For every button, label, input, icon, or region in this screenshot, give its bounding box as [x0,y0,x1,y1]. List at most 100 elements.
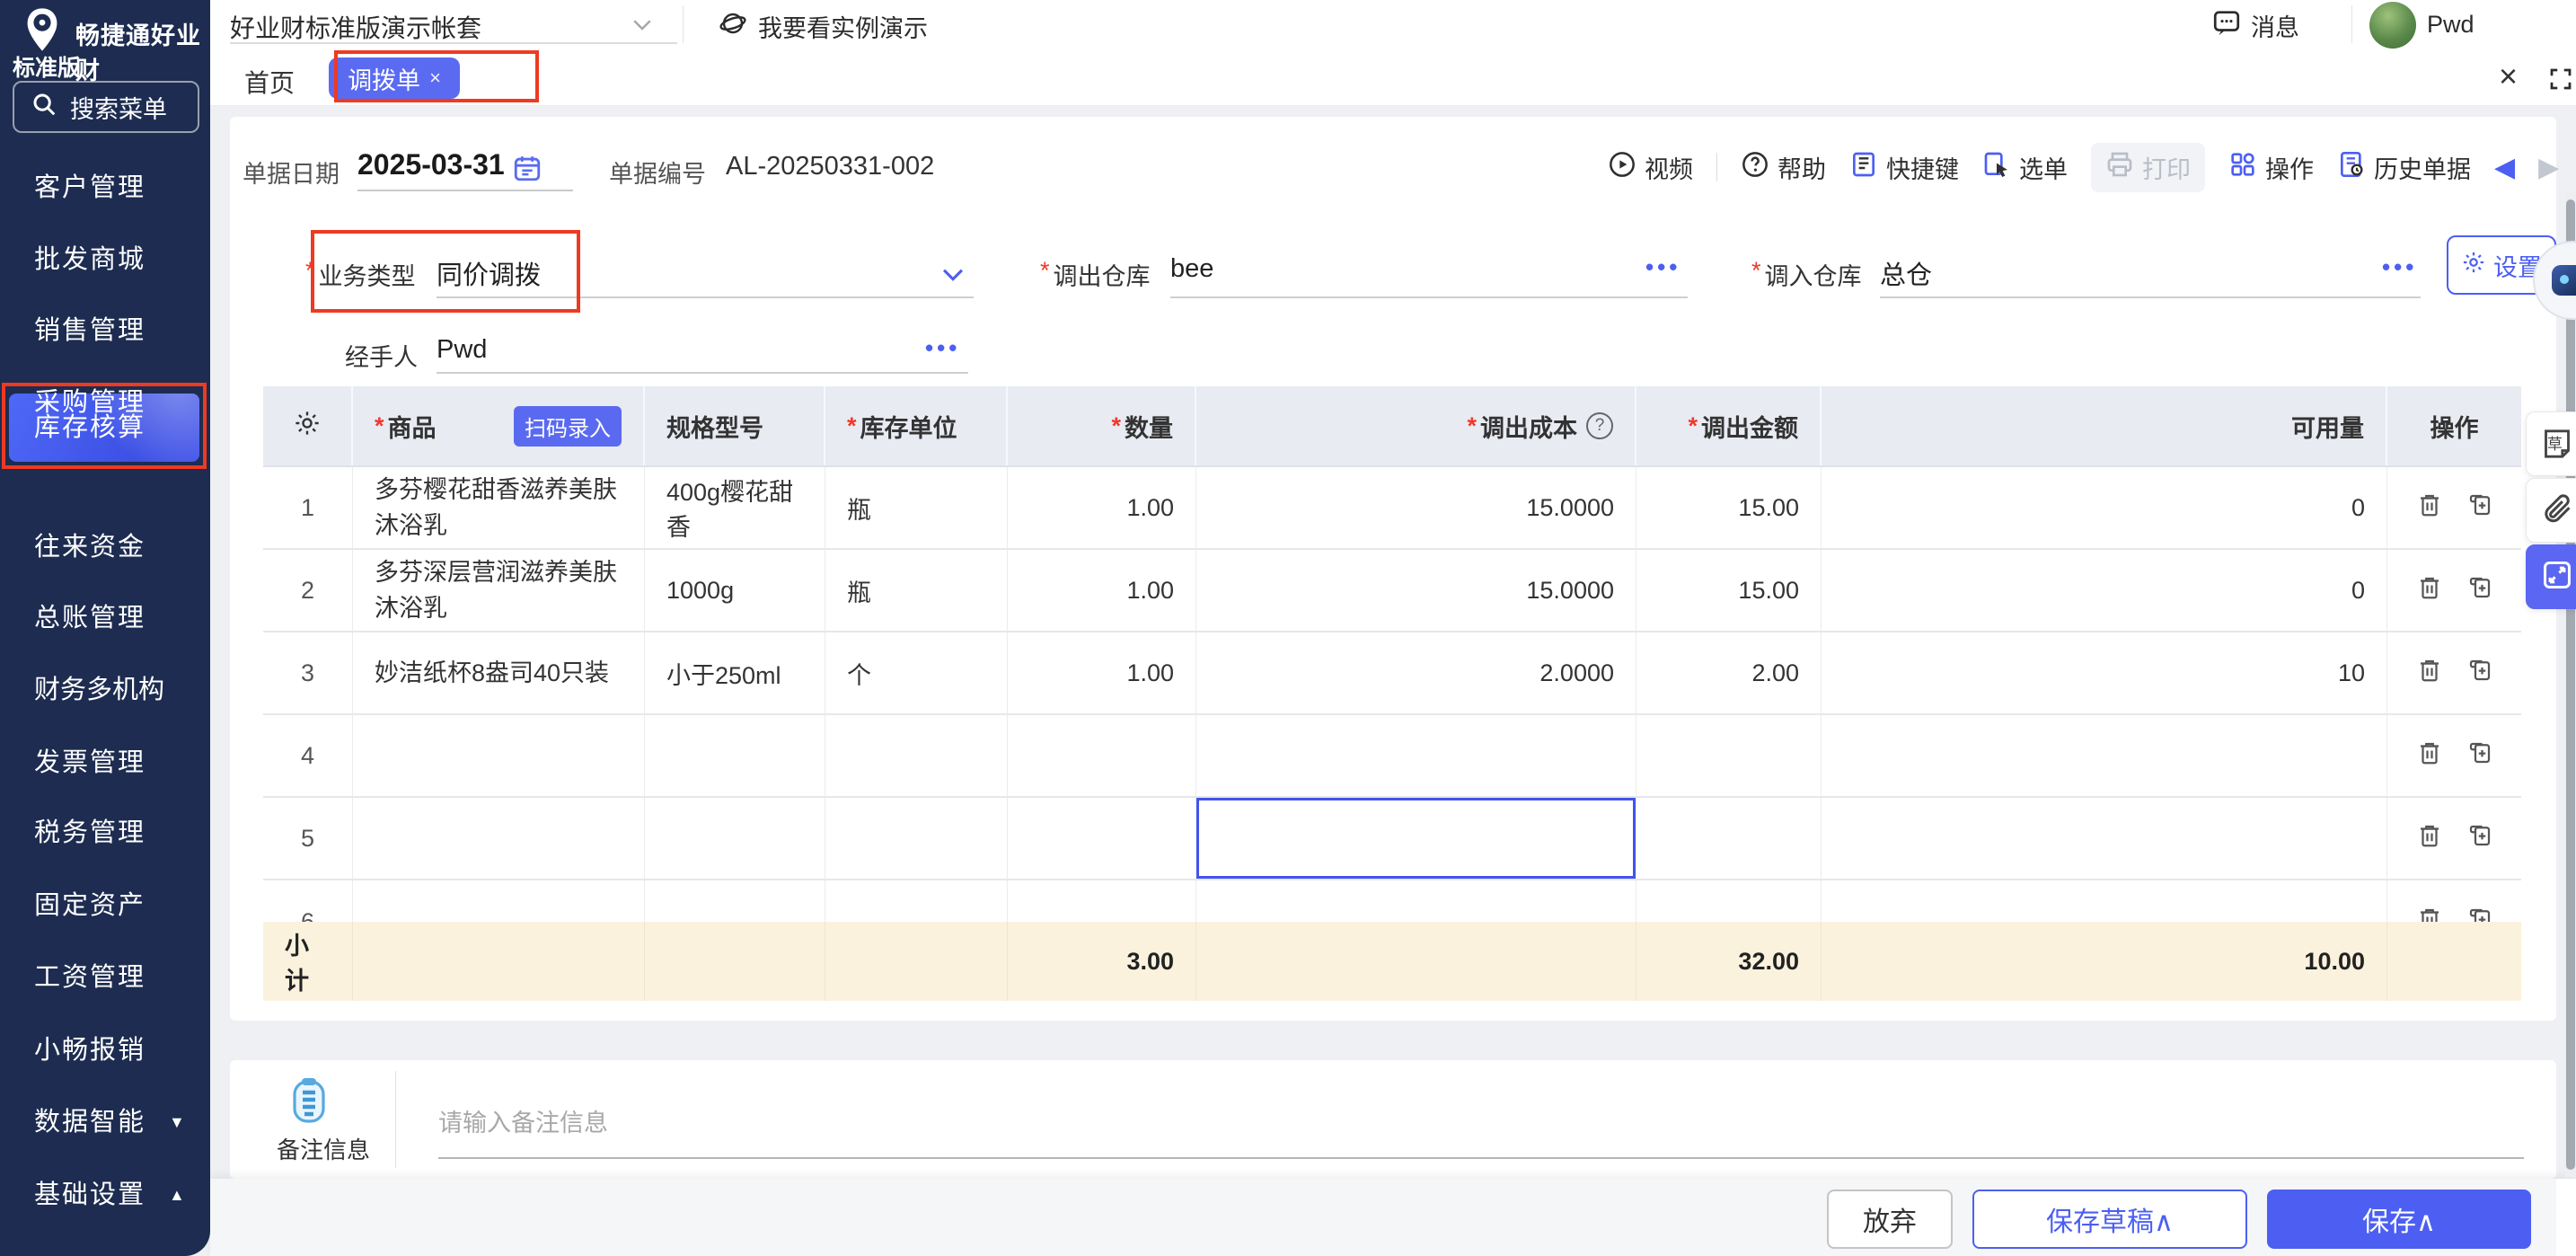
business-type-value[interactable]: 同价调拨 [437,254,541,292]
save-button[interactable]: 保存∧ [2267,1190,2531,1249]
cell-cost[interactable]: 15.0000 [1196,550,1636,631]
next-doc-icon[interactable]: ▶ [2538,152,2559,183]
cell-qty[interactable] [1008,715,1196,796]
out-warehouse-picker-icon[interactable]: ••• [1645,253,1681,281]
calendar-icon[interactable] [512,153,543,188]
sidebar-item-multi-org[interactable]: 财务多机构 [0,656,210,724]
cell-spec[interactable] [645,798,825,879]
expand-float-button[interactable] [2526,544,2576,609]
cell-spec[interactable]: 400g樱花甜香 [645,467,825,548]
cell-qty[interactable] [1008,798,1196,879]
sidebar-item-payroll[interactable]: 工资管理 [0,943,210,1012]
copy-row-icon[interactable] [2466,739,2493,773]
video-button[interactable]: 视频 [1608,150,1693,185]
sidebar-item-funds[interactable]: 往来资金 [0,513,210,581]
cell-cost[interactable] [1196,880,1636,922]
cell-cost[interactable] [1196,715,1636,796]
cell-product[interactable] [353,798,645,879]
print-button[interactable]: 打印 [2091,143,2205,192]
cell-qty[interactable] [1008,880,1196,922]
cell-qty[interactable]: 1.00 [1008,467,1196,548]
draft-float-button[interactable]: 草 [2526,411,2576,476]
sidebar-item-data-intelligence[interactable]: 数据智能▼ [0,1088,210,1156]
help-button[interactable]: 帮助 [1741,150,1826,185]
cell-product[interactable] [353,880,645,922]
help-circle-icon[interactable]: ? [1586,412,1613,439]
sidebar-item-ledger[interactable]: 总账管理 [0,584,210,652]
delete-row-icon[interactable] [2416,657,2443,690]
save-draft-button[interactable]: 保存草稿∧ [1972,1190,2247,1249]
column-settings-cell[interactable] [263,386,353,465]
hotkeys-button[interactable]: 快捷键 [1849,150,1959,185]
cell-amount[interactable]: 15.00 [1636,467,1822,548]
chevron-down-icon[interactable] [629,11,656,42]
copy-row-icon[interactable] [2466,906,2493,923]
cell-amount[interactable] [1636,880,1822,922]
prev-doc-icon[interactable]: ◀ [2494,152,2515,183]
sidebar-item-sales[interactable]: 销售管理 [0,296,210,365]
delete-row-icon[interactable] [2416,739,2443,773]
cell-unit[interactable]: 瓶 [825,550,1008,631]
cell-unit[interactable] [825,715,1008,796]
cell-spec[interactable] [645,715,825,796]
sidebar-item-expense[interactable]: 小畅报销 [0,1016,210,1084]
cell-unit[interactable] [825,880,1008,922]
delete-row-icon[interactable] [2416,491,2443,525]
cell-amount[interactable] [1636,715,1822,796]
discard-button[interactable]: 放弃 [1827,1190,1953,1249]
account-selector[interactable]: 好业财标准版演示帐套 [230,9,481,45]
cell-unit[interactable]: 瓶 [825,467,1008,548]
handler-picker-icon[interactable]: ••• [925,334,960,362]
history-docs-button[interactable]: 历史单据 [2337,150,2471,185]
handler-value[interactable]: Pwd [437,335,487,365]
scrollbar-thumb[interactable] [2566,199,2575,1170]
copy-row-icon[interactable] [2466,491,2493,525]
fullscreen-icon[interactable] [2547,66,2574,97]
sidebar-search[interactable]: 搜索菜单 [13,81,199,133]
tab-close-icon[interactable]: × [429,66,441,90]
cell-spec[interactable]: 1000g [645,550,825,631]
cell-amount[interactable]: 15.00 [1636,550,1822,631]
cell-spec[interactable]: 小于250ml [645,632,825,713]
cell-product[interactable]: 多芬樱花甜香滋养美肤沐浴乳 [353,467,645,548]
sidebar-item-invoice[interactable]: 发票管理 [0,729,210,797]
sidebar-item-wholesale[interactable]: 批发商城 [0,226,210,294]
sidebar-item-basic-settings[interactable]: 基础设置▲ [0,1161,210,1229]
delete-row-icon[interactable] [2416,822,2443,855]
cell-amount[interactable] [1636,798,1822,879]
copy-row-icon[interactable] [2466,574,2493,607]
copy-row-icon[interactable] [2466,657,2493,690]
demo-link[interactable]: 我要看实例演示 [719,9,928,44]
messages-button[interactable]: 消息 [2211,7,2299,44]
scan-entry-badge[interactable]: 扫码录入 [514,406,622,447]
doc-date-value[interactable]: 2025-03-31 [357,148,505,181]
delete-row-icon[interactable] [2416,574,2443,607]
sidebar-item-assets[interactable]: 固定资产 [0,871,210,940]
out-warehouse-value[interactable]: bee [1170,254,1213,284]
cell-qty[interactable]: 1.00 [1008,550,1196,631]
cell-spec[interactable] [645,880,825,922]
cell-product[interactable]: 多芬深层营润滋养美肤沐浴乳 [353,550,645,631]
cell-product[interactable] [353,715,645,796]
close-icon[interactable]: × [2499,58,2518,94]
cell-cost-selected[interactable] [1196,798,1636,879]
cell-cost[interactable]: 15.0000 [1196,467,1636,548]
user-name[interactable]: Pwd [2427,11,2475,39]
sidebar-item-tax[interactable]: 税务管理 [0,799,210,867]
operations-button[interactable]: 操作 [2228,150,2314,185]
chevron-down-icon[interactable] [938,259,968,294]
sidebar-item-inventory[interactable]: 库存核算 [0,394,210,462]
pick-order-button[interactable]: 选单 [1982,150,2068,185]
copy-row-icon[interactable] [2466,822,2493,855]
cell-product[interactable]: 妙洁纸杯8盎司40只装 [353,632,645,713]
tab-transfer-order[interactable]: 调拨单 × [329,57,460,99]
delete-row-icon[interactable] [2416,906,2443,923]
cell-amount[interactable]: 2.00 [1636,632,1822,713]
cell-cost[interactable]: 2.0000 [1196,632,1636,713]
cell-unit[interactable]: 个 [825,632,1008,713]
sidebar-item-customer[interactable]: 客户管理 [0,154,210,222]
tab-home[interactable]: 首页 [244,64,295,100]
attachment-float-button[interactable] [2526,478,2576,543]
in-warehouse-picker-icon[interactable]: ••• [2382,253,2417,281]
cell-qty[interactable]: 1.00 [1008,632,1196,713]
